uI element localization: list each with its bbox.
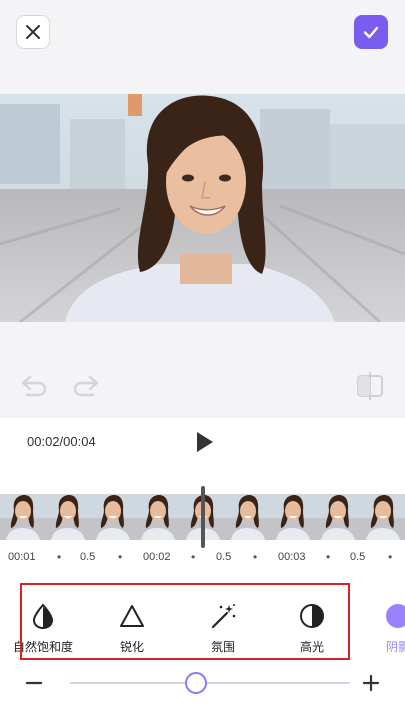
timeline-thumbnail [270,494,315,540]
canvas-area [0,322,405,418]
ruler-dot: • [388,550,393,564]
ruler-label: 0.5 [80,551,96,563]
top-bar [0,0,405,94]
compare-icon [357,372,383,400]
timeline-thumbnail [360,494,405,540]
intensity-slider-thumb[interactable] [185,672,207,694]
redo-button[interactable] [70,372,102,400]
plus-icon [362,674,380,692]
increase-button[interactable] [361,673,381,693]
timeline-thumbnail [45,494,90,540]
ruler-dot: • [57,550,62,564]
tool-label: 阴影 [385,640,405,654]
redo-icon [73,375,99,397]
play-button[interactable] [192,430,216,454]
ruler-dot: • [191,550,196,564]
selection-highlight [20,583,350,660]
decrease-button[interactable] [24,673,44,693]
circle-icon [386,604,405,628]
timeline-thumbnail [225,494,270,540]
undo-button[interactable] [18,372,50,400]
undo-icon [21,375,47,397]
timeline-thumbnail [315,494,360,540]
tool-shadows[interactable]: 阴影 [361,588,405,658]
play-icon [197,432,213,452]
ruler-label: 00:02 [143,551,171,563]
timeline-thumbnail [135,494,180,540]
confirm-button[interactable] [354,15,388,49]
video-preview[interactable] [0,94,405,322]
ruler-label: 00:01 [8,551,36,563]
ruler-label: 0.5 [216,551,232,563]
close-icon [26,25,40,39]
check-icon [363,26,379,39]
ruler-dot: • [326,550,331,564]
intensity-slider-track[interactable] [70,682,350,684]
ruler-label: 00:03 [278,551,306,563]
timeline-thumbnail [0,494,45,540]
ruler-dot: • [253,550,258,564]
ruler-label: 0.5 [350,551,366,563]
playback-time: 00:02/00:04 [27,434,96,449]
timeline-thumbnail [90,494,135,540]
minus-icon [25,681,43,685]
playhead[interactable] [201,486,205,548]
ruler-dot: • [118,550,123,564]
compare-button[interactable] [354,370,386,402]
close-button[interactable] [16,15,50,49]
timeline-ruler: 00:01 • 0.5 • 00:02 • 0.5 • 00:03 • 0.5 … [0,550,405,569]
